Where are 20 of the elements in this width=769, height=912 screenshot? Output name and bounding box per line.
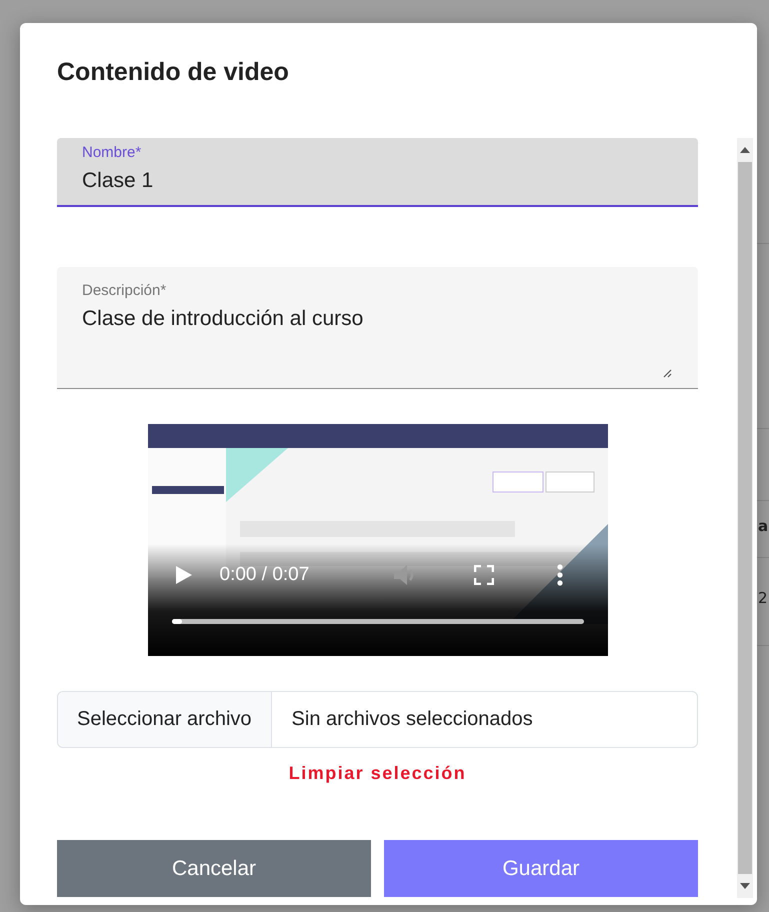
dialog-title: Contenido de video bbox=[56, 57, 290, 88]
fullscreen-icon[interactable] bbox=[474, 565, 494, 585]
play-icon[interactable] bbox=[176, 566, 192, 584]
progress-track[interactable] bbox=[172, 619, 584, 624]
table-cell-text: 2 bbox=[758, 589, 768, 607]
clear-selection-link[interactable]: Limpiar selección bbox=[288, 763, 466, 784]
table-cell-text: a bbox=[758, 517, 768, 535]
file-status: Sin archivos seleccionados bbox=[290, 708, 533, 731]
more-options-icon[interactable] bbox=[557, 564, 564, 586]
video-time: 0:00 / 0:07 bbox=[220, 564, 310, 586]
description-field[interactable]: Descripción* Clase de introducción al curso bbox=[57, 267, 698, 389]
scrollbar[interactable] bbox=[737, 138, 753, 898]
file-input[interactable]: Seleccionar archivo Sin archivos seleccionados bbox=[57, 691, 698, 748]
choose-file-button[interactable]: Seleccionar archivo bbox=[58, 692, 272, 747]
resize-handle-icon[interactable] bbox=[662, 368, 672, 378]
scroll-down-icon[interactable] bbox=[740, 883, 750, 889]
scroll-up-icon[interactable] bbox=[740, 147, 750, 153]
save-button[interactable]: Guardar bbox=[384, 840, 698, 897]
name-field[interactable]: Nombre* Clase 1 bbox=[57, 138, 698, 207]
cancel-button[interactable]: Cancelar bbox=[57, 840, 371, 897]
